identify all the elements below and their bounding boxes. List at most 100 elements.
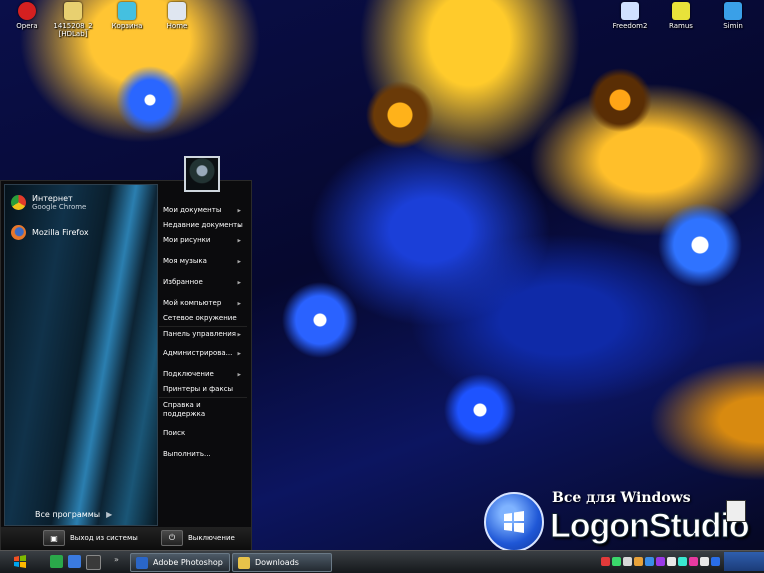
lock-icon: ▣ (43, 530, 65, 546)
tray-icon[interactable] (667, 557, 676, 566)
desktop-icon-freedom[interactable]: Freedom2 (605, 2, 655, 30)
menu-item-label: Сетевое окружение (163, 314, 237, 322)
pinned-item-chrome[interactable]: Интернет Google Chrome (11, 191, 86, 213)
folder-icon (64, 2, 82, 20)
tray-icon[interactable] (623, 557, 632, 566)
desktop-icon-label: Opera (16, 22, 38, 30)
desktop-icon-simin[interactable]: Simin (708, 2, 758, 30)
tray-icon[interactable] (711, 557, 720, 566)
chevron-right-icon: ▸ (237, 349, 241, 357)
photoshop-icon (136, 556, 148, 569)
menu-item-control-panel[interactable]: Панель управления ▸ (159, 327, 247, 342)
home-icon (168, 2, 186, 20)
tray-icon[interactable] (700, 557, 709, 566)
desktop-icon-home[interactable]: Home (152, 2, 202, 30)
menu-item-printers[interactable]: Принтеры и факсы (159, 382, 247, 398)
chevron-right-icon: ▸ (237, 330, 241, 338)
menu-item-connect[interactable]: Подключение ▸ (159, 367, 247, 382)
menu-item-run[interactable]: Выполнить... (159, 447, 247, 462)
tray-icon[interactable] (689, 557, 698, 566)
windows-flag-icon (14, 555, 26, 568)
desktop-icon-label: Home (166, 22, 188, 30)
windows-flag-icon (504, 511, 524, 533)
logonstudio-watermark: Все для Windows LogonStudio (484, 488, 764, 552)
all-programs-button[interactable]: Все программы ▶ (35, 510, 112, 519)
menu-item-recent-documents[interactable]: Недавние документы ▸ (159, 218, 247, 233)
desktop-icon-ramus[interactable]: Ramus (656, 2, 706, 30)
firefox-icon (11, 224, 26, 240)
pinned-item-label: Mozilla Firefox (32, 227, 89, 237)
pinned-item-firefox[interactable]: Mozilla Firefox (11, 221, 89, 243)
start-menu-places-pane: Мои документы ▸ Недавние документы ▸ Мои р… (159, 203, 247, 462)
chevron-right-icon: ▸ (237, 257, 241, 265)
menu-item-label: Мои документы (163, 206, 222, 214)
menu-item-label: Поиск (163, 429, 186, 437)
chevron-right-icon: ▸ (237, 221, 241, 229)
tray-icon[interactable] (601, 557, 610, 566)
menu-item-my-documents[interactable]: Мои документы ▸ (159, 203, 247, 218)
desktop-icon-label: Корзина (111, 22, 143, 30)
tray-icon[interactable] (645, 557, 654, 566)
menu-item-administration[interactable]: Администрирова... ▸ (159, 346, 247, 361)
menu-item-label: Администрирова... (163, 349, 233, 357)
desktop-icon-label: Ramus (669, 22, 693, 30)
menu-item-search[interactable]: Поиск (159, 426, 247, 441)
taskbar-item-label: Downloads (255, 558, 299, 567)
user-avatar[interactable] (184, 156, 220, 192)
shutdown-label: Выключение (188, 534, 235, 542)
desktop-icon-hdlab[interactable]: 1415208_2 [HDLab] (48, 2, 98, 38)
chevron-right-icon: ▸ (237, 278, 241, 286)
all-programs-label: Все программы (35, 510, 101, 519)
pinned-item-label: Интернет (32, 193, 73, 203)
tray-clock-area[interactable] (724, 552, 764, 571)
menu-item-my-music[interactable]: Моя музыка ▸ (159, 254, 247, 269)
menu-item-favorites[interactable]: Избранное ▸ (159, 275, 247, 290)
taskbar-item-photoshop[interactable]: Adobe Photoshop (130, 553, 230, 572)
start-menu-bottom-bar: ▣ Выход из системы ⏻ Выключение (1, 527, 251, 551)
windows-logo-icon (484, 492, 544, 552)
chevron-right-icon[interactable]: » (114, 555, 119, 564)
tray-icon[interactable] (634, 557, 643, 566)
application-icon (621, 2, 639, 20)
desktop-icon-recycle-bin[interactable]: Корзина (102, 2, 152, 30)
shutdown-button[interactable]: ⏻ Выключение (161, 530, 235, 546)
logoff-button[interactable]: ▣ Выход из системы (43, 530, 138, 546)
logoff-label: Выход из системы (70, 534, 138, 542)
show-desktop-icon[interactable] (86, 555, 101, 570)
menu-item-label: Мои рисунки (163, 236, 211, 244)
menu-item-label: Недавние документы (163, 221, 243, 229)
application-icon (672, 2, 690, 20)
tray-icon[interactable] (656, 557, 665, 566)
quick-launch-icon[interactable] (50, 555, 63, 568)
chevron-right-icon: ▸ (237, 299, 241, 307)
menu-item-label: Справка и поддержка (163, 401, 206, 418)
desktop-icon-label: Freedom2 (612, 22, 648, 30)
document-icon (726, 500, 746, 522)
chevron-right-icon: ▸ (237, 206, 241, 214)
desktop-icon-label: Simin (723, 22, 743, 30)
recycle-bin-icon (118, 2, 136, 20)
quick-launch-icon[interactable] (68, 555, 81, 568)
start-menu-pinned-pane: Интернет Google Chrome Mozilla Firefox В… (4, 184, 158, 526)
menu-item-label: Избранное (163, 278, 203, 286)
menu-item-my-computer[interactable]: Мой компьютер ▸ (159, 296, 247, 311)
chrome-icon (11, 194, 26, 210)
folder-icon (238, 556, 250, 569)
power-icon: ⏻ (161, 530, 183, 546)
menu-item-label: Моя музыка (163, 257, 207, 265)
system-tray (600, 552, 764, 571)
start-menu: Интернет Google Chrome Mozilla Firefox В… (0, 180, 252, 552)
menu-item-help[interactable]: Справка и поддержка (159, 398, 247, 422)
menu-item-my-pictures[interactable]: Мои рисунки ▸ (159, 233, 247, 248)
taskbar-item-label: Adobe Photoshop (153, 558, 223, 567)
arrow-right-icon: ▶ (106, 510, 113, 519)
desktop-icon-opera[interactable]: Opera (2, 2, 52, 30)
tray-icon[interactable] (612, 557, 621, 566)
menu-item-network[interactable]: Сетевое окружение (159, 311, 247, 327)
start-button[interactable] (6, 553, 34, 571)
taskbar-item-downloads[interactable]: Downloads (232, 553, 332, 572)
opera-icon (18, 2, 36, 20)
menu-item-label: Принтеры и факсы (163, 385, 234, 393)
tray-icon[interactable] (678, 557, 687, 566)
watermark-brand: LogonStudio (550, 507, 751, 546)
